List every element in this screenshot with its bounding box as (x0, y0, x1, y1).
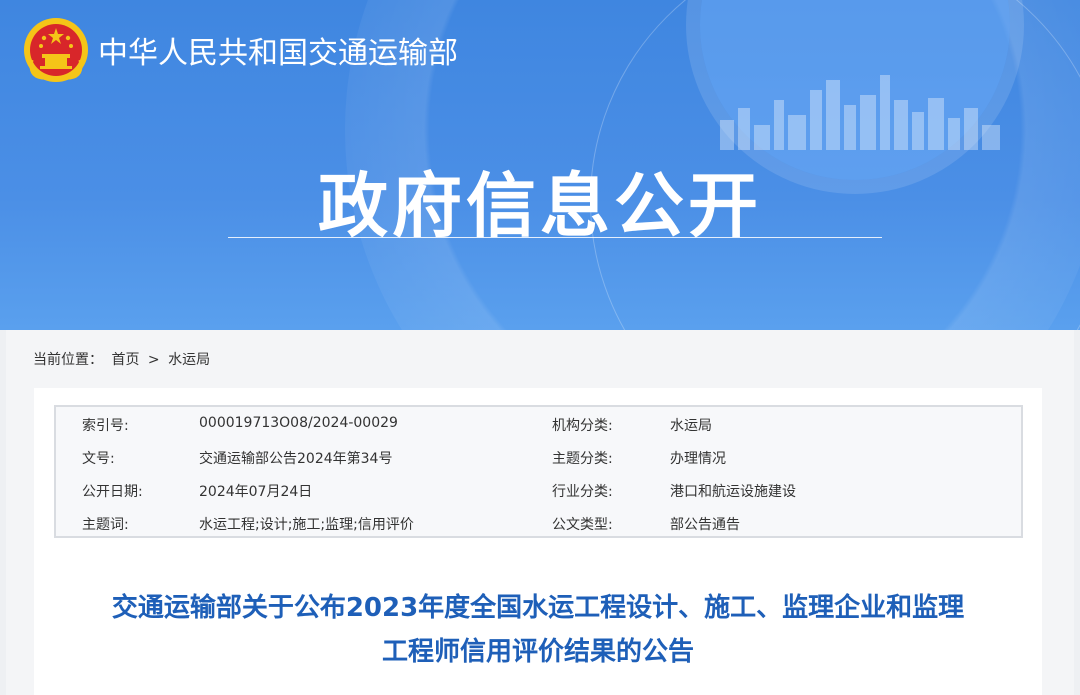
meta-label: 主题词: (82, 517, 129, 533)
content-panel: 索引号: 000019713O08/2024-00029 机构分类: 水运局 文… (34, 388, 1042, 695)
meta-value: 2024年07月24日 (199, 484, 313, 500)
meta-value: 水运局 (670, 418, 712, 434)
national-emblem-icon (24, 18, 88, 82)
breadcrumb-current-link[interactable]: 水运局 (168, 352, 210, 368)
site-name[interactable]: 中华人民共和国交通运输部 (98, 28, 458, 72)
meta-row: 索引号: 000019713O08/2024-00029 机构分类: 水运局 (56, 407, 1021, 440)
document-title: 交通运输部关于公布2023年度全国水运工程设计、施工、监理企业和监理 工程师信用… (34, 586, 1042, 674)
meta-label: 索引号: (82, 418, 129, 434)
breadcrumb-prefix: 当前位置： (33, 352, 103, 368)
breadcrumb-home-link[interactable]: 首页 (111, 352, 139, 368)
section-title: 政府信息公开 (318, 165, 762, 247)
document-meta-table: 索引号: 000019713O08/2024-00029 机构分类: 水运局 文… (54, 405, 1023, 538)
meta-value: 水运工程;设计;施工;监理;信用评价 (199, 517, 414, 533)
breadcrumb: 当前位置： 首页 > 水运局 (33, 349, 214, 369)
document-title-line2: 工程师信用评价结果的公告 (381, 637, 694, 667)
header-banner: 中华人民共和国交通运输部 政府信息公开 (0, 0, 1080, 330)
meta-value: 港口和航运设施建设 (670, 484, 796, 500)
meta-label: 公文类型: (552, 517, 613, 533)
meta-row: 公开日期: 2024年07月24日 行业分类: 港口和航运设施建设 (56, 473, 1021, 506)
meta-value: 办理情况 (670, 451, 726, 467)
meta-value: 交通运输部公告2024年第34号 (199, 451, 393, 467)
meta-label: 公开日期: (82, 484, 143, 500)
title-underline (228, 237, 882, 238)
meta-label: 文号: (82, 451, 115, 467)
meta-label: 主题分类: (552, 451, 613, 467)
main-area: 当前位置： 首页 > 水运局 索引号: 000019713O08/2024-00… (6, 330, 1074, 695)
meta-value: 000019713O08/2024-00029 (199, 415, 398, 431)
city-skyline-icon (720, 75, 1000, 150)
breadcrumb-separator: > (147, 352, 160, 368)
meta-label: 机构分类: (552, 418, 613, 434)
meta-label: 行业分类: (552, 484, 613, 500)
meta-row: 主题词: 水运工程;设计;施工;监理;信用评价 公文类型: 部公告通告 (56, 506, 1021, 539)
meta-row: 文号: 交通运输部公告2024年第34号 主题分类: 办理情况 (56, 440, 1021, 473)
document-title-line1: 交通运输部关于公布2023年度全国水运工程设计、施工、监理企业和监理 (111, 593, 965, 623)
meta-value: 部公告通告 (670, 517, 740, 533)
